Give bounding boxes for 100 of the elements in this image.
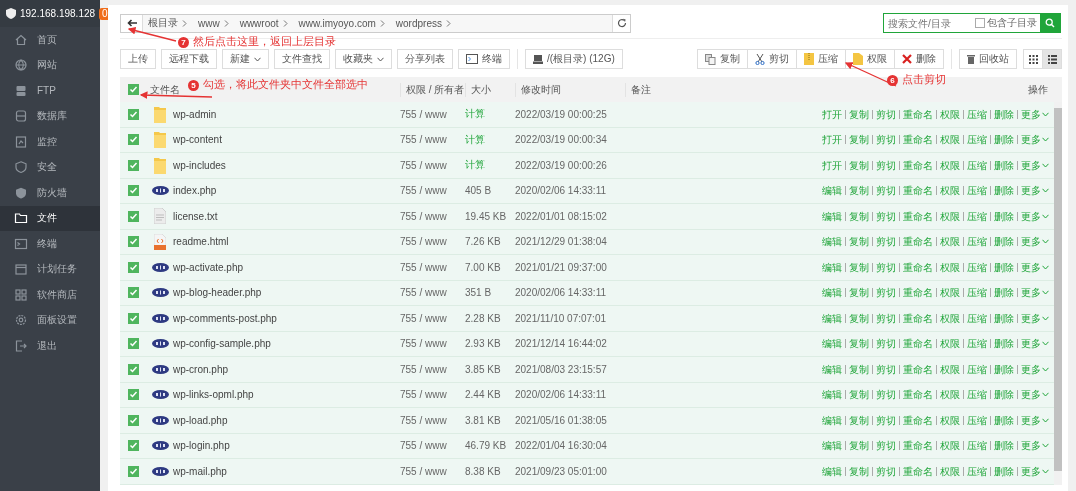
search-button[interactable] — [1040, 14, 1060, 32]
toolbar-button[interactable]: 分享列表 — [397, 49, 453, 69]
action-link[interactable]: 复制 — [845, 211, 872, 221]
action-link[interactable]: 剪切 — [872, 211, 899, 221]
action-link[interactable]: 权限 — [936, 211, 963, 221]
checkbox[interactable] — [128, 134, 139, 146]
action-link[interactable]: 编辑 — [819, 364, 845, 374]
action-link[interactable]: 剪切 — [872, 237, 899, 247]
action-link[interactable]: 编辑 — [819, 262, 845, 272]
sidebar-item[interactable]: 安全 — [0, 154, 100, 180]
action-link[interactable]: 压缩 — [963, 186, 990, 196]
action-link[interactable]: 删除 — [990, 160, 1017, 170]
sidebar-item[interactable]: 数据库 — [0, 103, 100, 129]
action-link[interactable]: 重命名 — [899, 415, 936, 425]
action-link[interactable]: 编辑 — [819, 415, 845, 425]
file-name[interactable]: license.txt — [173, 210, 218, 222]
action-link[interactable]: 删除 — [990, 441, 1017, 451]
action-link[interactable]: 更多 — [1017, 237, 1052, 247]
grid-view-button[interactable] — [1023, 49, 1043, 69]
toolbar-button[interactable]: /(根目录) (12G) — [525, 49, 623, 69]
action-link[interactable]: 剪切 — [872, 160, 899, 170]
action-link[interactable]: 剪切 — [872, 135, 899, 145]
action-link[interactable]: 压缩 — [963, 364, 990, 374]
sidebar-item[interactable]: 文件 — [0, 205, 100, 231]
include-subdirs-checkbox[interactable]: 包含子目录 — [975, 16, 1040, 30]
action-link[interactable]: 压缩 — [963, 211, 990, 221]
back-button[interactable] — [121, 14, 143, 32]
calculate-link[interactable]: 计算 — [465, 158, 515, 173]
file-name[interactable]: wp-links-opml.php — [173, 389, 254, 401]
checkbox[interactable] — [128, 236, 139, 248]
action-link[interactable]: 删除 — [990, 364, 1017, 374]
toolbar-button[interactable]: 远程下载 — [161, 49, 217, 69]
action-link[interactable]: 权限 — [936, 109, 963, 119]
action-link[interactable]: 删除 — [990, 211, 1017, 221]
action-link[interactable]: 删除 — [990, 262, 1017, 272]
action-link[interactable]: 复制 — [845, 237, 872, 247]
toolbar-button[interactable]: 压缩 — [796, 49, 846, 69]
action-link[interactable]: 更多 — [1017, 466, 1052, 476]
file-name[interactable]: wp-activate.php — [173, 261, 244, 273]
action-link[interactable]: 重命名 — [899, 109, 936, 119]
action-link[interactable]: 删除 — [990, 186, 1017, 196]
action-link[interactable]: 剪切 — [872, 288, 899, 298]
toolbar-button[interactable]: 终端 — [458, 49, 510, 69]
action-link[interactable]: 更多 — [1017, 390, 1052, 400]
action-link[interactable]: 剪切 — [872, 109, 899, 119]
breadcrumb-item[interactable]: 根目录 — [143, 16, 193, 30]
sidebar-item[interactable]: 面板设置 — [0, 307, 100, 333]
action-link[interactable]: 权限 — [936, 466, 963, 476]
action-link[interactable]: 更多 — [1017, 262, 1052, 272]
action-link[interactable]: 重命名 — [899, 390, 936, 400]
checkbox[interactable] — [128, 159, 139, 171]
breadcrumb-item[interactable]: www.imyoyo.com — [293, 17, 391, 29]
checkbox[interactable] — [128, 185, 139, 197]
breadcrumb-item[interactable]: www — [193, 17, 235, 29]
file-name[interactable]: wp-cron.php — [173, 363, 229, 375]
action-link[interactable]: 压缩 — [963, 313, 990, 323]
action-link[interactable]: 复制 — [845, 364, 872, 374]
breadcrumb-item[interactable]: wwwroot — [234, 17, 294, 29]
checkbox[interactable] — [128, 338, 139, 350]
file-name[interactable]: wp-blog-header.php — [173, 287, 262, 299]
action-link[interactable]: 权限 — [936, 339, 963, 349]
action-link[interactable]: 编辑 — [819, 237, 845, 247]
action-link[interactable]: 权限 — [936, 135, 963, 145]
checkbox[interactable] — [128, 84, 139, 95]
action-link[interactable]: 重命名 — [899, 135, 936, 145]
action-link[interactable]: 权限 — [936, 415, 963, 425]
action-link[interactable]: 权限 — [936, 441, 963, 451]
action-link[interactable]: 更多 — [1017, 186, 1052, 196]
sidebar-item[interactable]: 计划任务 — [0, 256, 100, 282]
checkbox[interactable] — [128, 389, 139, 401]
action-link[interactable]: 编辑 — [819, 288, 845, 298]
action-link[interactable]: 删除 — [990, 390, 1017, 400]
action-link[interactable]: 复制 — [845, 109, 872, 119]
sidebar-item[interactable]: 防火墙 — [0, 180, 100, 206]
checkbox[interactable] — [128, 363, 139, 375]
action-link[interactable]: 更多 — [1017, 160, 1052, 170]
action-link[interactable]: 复制 — [845, 186, 872, 196]
action-link[interactable]: 剪切 — [872, 364, 899, 374]
action-link[interactable]: 编辑 — [819, 390, 845, 400]
toolbar-button[interactable]: 上传 — [120, 49, 156, 69]
action-link[interactable]: 删除 — [990, 135, 1017, 145]
action-link[interactable]: 重命名 — [899, 288, 936, 298]
action-link[interactable]: 剪切 — [872, 339, 899, 349]
action-link[interactable]: 剪切 — [872, 262, 899, 272]
refresh-button[interactable] — [612, 14, 630, 32]
action-link[interactable]: 复制 — [845, 441, 872, 451]
file-name[interactable]: wp-config-sample.php — [173, 338, 271, 350]
toolbar-button[interactable]: 剪切 — [747, 49, 797, 69]
file-name[interactable]: wp-mail.php — [173, 465, 227, 477]
action-link[interactable]: 重命名 — [899, 313, 936, 323]
file-name[interactable]: wp-login.php — [173, 440, 230, 452]
action-link[interactable]: 压缩 — [963, 441, 990, 451]
action-link[interactable]: 重命名 — [899, 364, 936, 374]
sidebar-item[interactable]: FTP — [0, 78, 100, 104]
action-link[interactable]: 更多 — [1017, 364, 1052, 374]
action-link[interactable]: 权限 — [936, 313, 963, 323]
toolbar-button[interactable]: 权限 — [845, 49, 895, 69]
action-link[interactable]: 剪切 — [872, 313, 899, 323]
action-link[interactable]: 剪切 — [872, 466, 899, 476]
action-link[interactable]: 剪切 — [872, 186, 899, 196]
